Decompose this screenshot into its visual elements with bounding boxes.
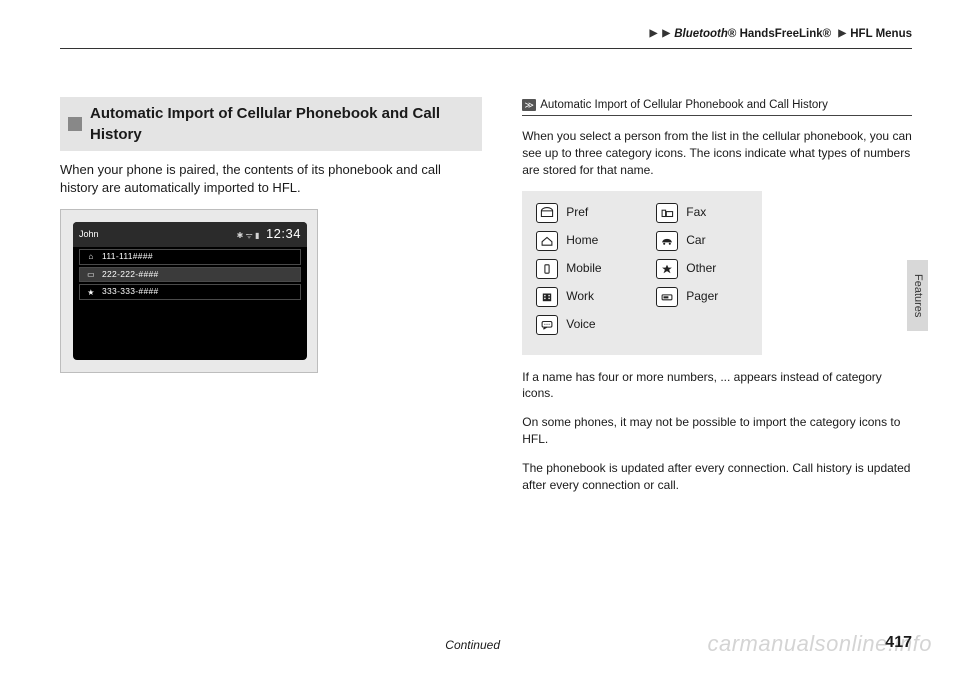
sidebar-heading: ≫ Automatic Import of Cellular Phonebook… [522, 97, 912, 116]
star-icon: ★ [86, 287, 96, 298]
main-column: Automatic Import of Cellular Phonebook a… [60, 97, 482, 505]
sidebar-column: ≫ Automatic Import of Cellular Phonebook… [522, 97, 912, 505]
icon-label: Other [686, 260, 716, 277]
status-icons: ✱ ᯤ ▮ [237, 231, 260, 240]
other-icon [656, 259, 678, 279]
screen-titlebar: John ✱ ᯤ ▮ 12:34 [73, 222, 307, 246]
fax-icon [656, 203, 678, 223]
continued-label: Continued [60, 637, 885, 654]
sidebar-paragraph: The phonebook is updated after every con… [522, 460, 912, 494]
icon-label: Pager [686, 288, 718, 305]
chevron-right-icon: ▶ [662, 27, 670, 41]
breadcrumb-part: HFL Menus [850, 28, 912, 40]
screenshot-frame: John ✱ ᯤ ▮ 12:34 ⌂ 111-111#### ▭ 222-222… [60, 209, 318, 373]
reg-mark: ® [728, 28, 736, 40]
divider [60, 48, 912, 49]
work-icon [536, 287, 558, 307]
pref-icon [536, 203, 558, 223]
voice-icon [536, 315, 558, 335]
icon-label: Fax [686, 204, 706, 221]
mobile-icon: ▭ [86, 269, 96, 280]
sidebar-title: Automatic Import of Cellular Phonebook a… [540, 97, 828, 113]
pager-icon [656, 287, 678, 307]
phone-number: 333-333-#### [102, 286, 159, 298]
square-bullet-icon [68, 117, 82, 131]
phonebook-entry: ★ 333-333-#### [79, 284, 301, 300]
icon-label: Pref [566, 204, 588, 221]
sidebar-paragraph: When you select a person from the list i… [522, 128, 912, 178]
breadcrumb: ▶▶ Bluetooth® HandsFreeLink® ▶ HFL Menus [60, 26, 912, 42]
info-icon: ≫ [522, 99, 536, 111]
icon-legend: Pref Fax Home Car Mobile Other Work Page… [522, 191, 762, 355]
page: ▶▶ Bluetooth® HandsFreeLink® ▶ HFL Menus… [0, 0, 960, 678]
icon-label: Voice [566, 316, 595, 333]
footer: Continued 417 [60, 632, 912, 654]
phone-number: 111-111#### [102, 251, 153, 263]
section-title: Automatic Import of Cellular Phonebook a… [90, 103, 474, 145]
chevron-right-icon: ▶ [838, 27, 846, 41]
sidebar-paragraph: If a name has four or more numbers, ... … [522, 369, 912, 403]
phonebook-entry: ⌂ 111-111#### [79, 249, 301, 265]
breadcrumb-part: HandsFreeLink [740, 28, 823, 40]
section-heading: Automatic Import of Cellular Phonebook a… [60, 97, 482, 151]
icon-label: Work [566, 288, 594, 305]
phonebook-entry: ▭ 222-222-#### [79, 267, 301, 283]
car-icon [656, 231, 678, 251]
icon-label: Home [566, 232, 598, 249]
page-number: 417 [885, 632, 912, 654]
clock: 12:34 [266, 226, 301, 241]
device-screen: John ✱ ᯤ ▮ 12:34 ⌂ 111-111#### ▭ 222-222… [73, 222, 307, 360]
section-body: When your phone is paired, the contents … [60, 161, 482, 197]
chevron-right-icon: ▶ [650, 27, 658, 41]
home-icon [536, 231, 558, 251]
reg-mark: ® [823, 28, 831, 40]
icon-label: Mobile [566, 260, 601, 277]
breadcrumb-part: Bluetooth [674, 28, 728, 40]
icon-label: Car [686, 232, 705, 249]
phone-number: 222-222-#### [102, 269, 159, 281]
sidebar-paragraph: On some phones, it may not be possible t… [522, 414, 912, 448]
home-icon: ⌂ [86, 251, 96, 262]
side-tab: Features [907, 260, 928, 331]
contact-name: John [79, 228, 99, 241]
mobile-icon [536, 259, 558, 279]
